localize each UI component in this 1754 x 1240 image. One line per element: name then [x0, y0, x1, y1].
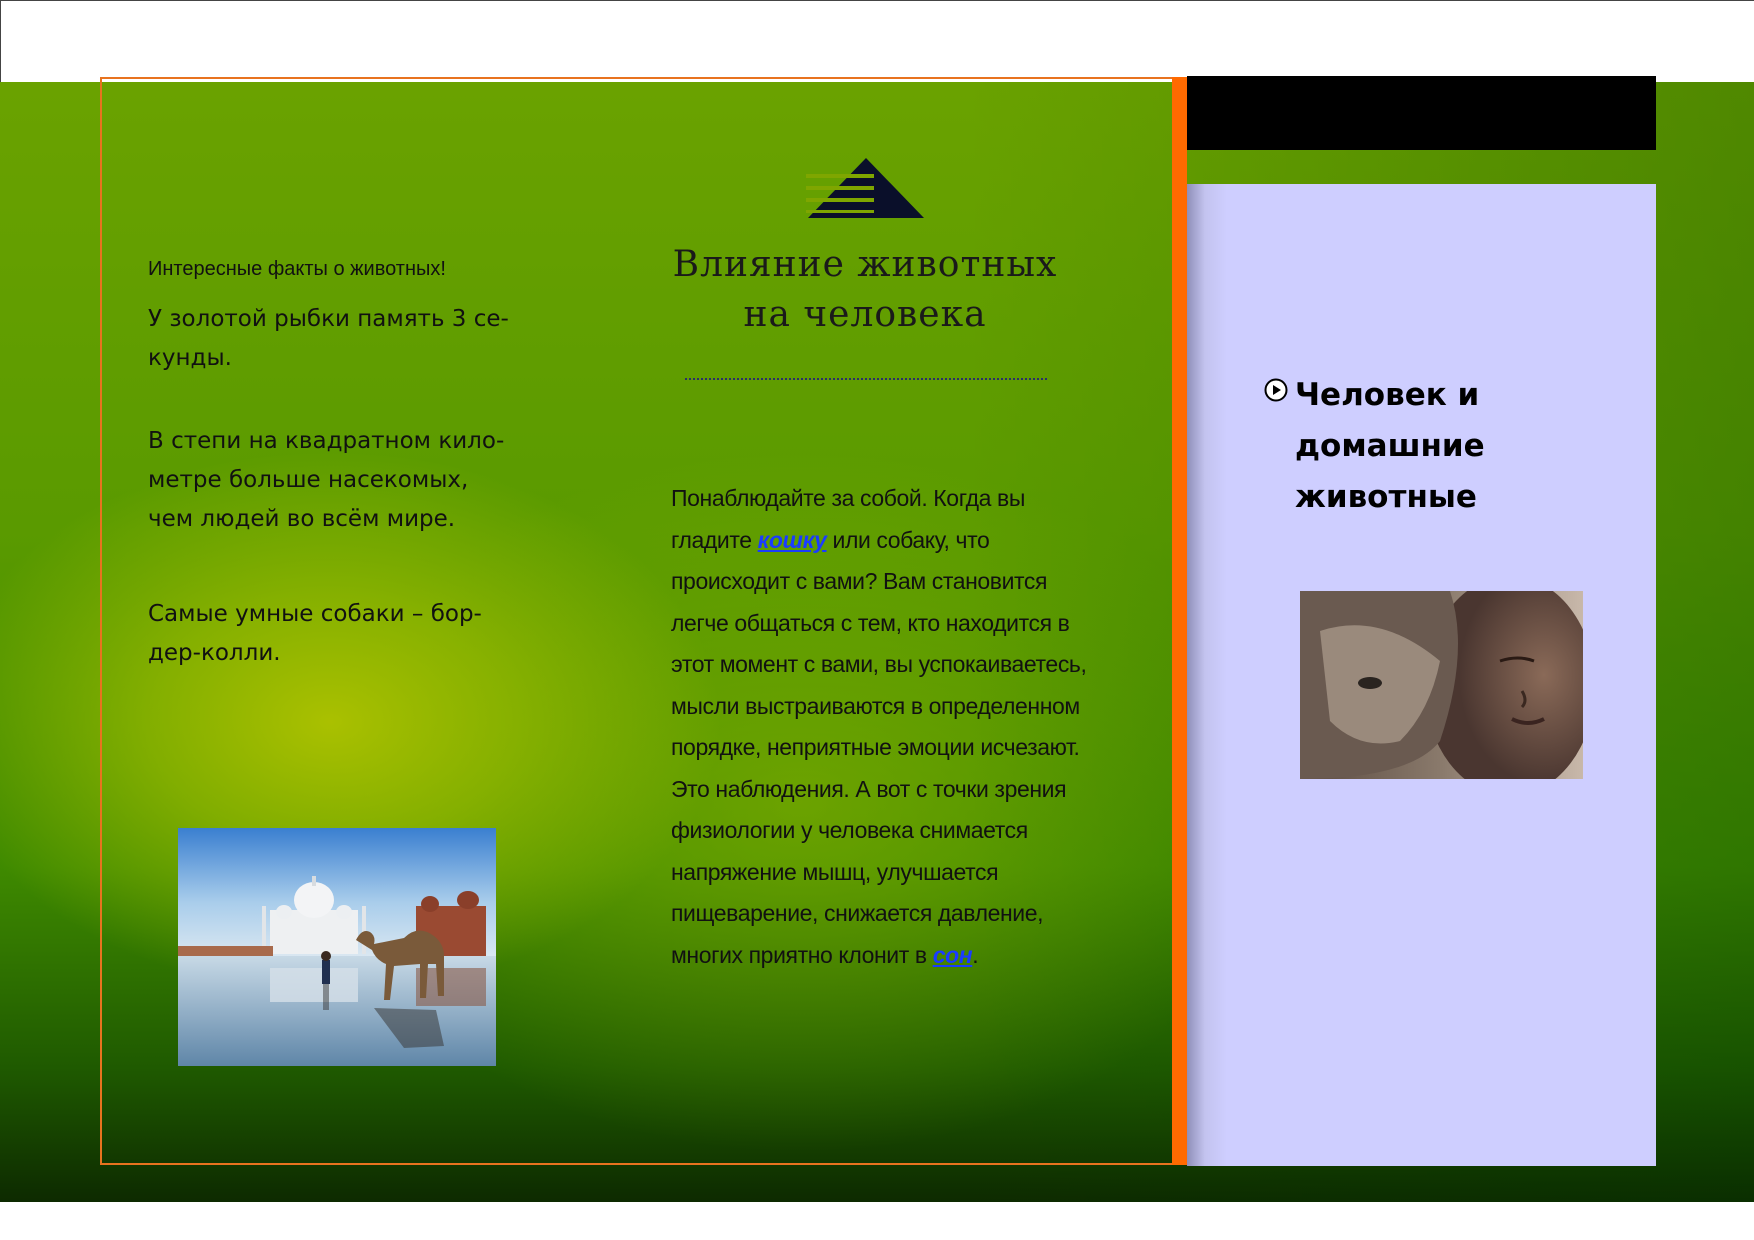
fact-line: В степи на квадратном кило-	[148, 428, 505, 454]
body-part: .	[972, 941, 979, 968]
section-heading: Человек и домашние животные	[1295, 370, 1555, 523]
link-cat[interactable]: кошку	[758, 527, 827, 553]
title-line: Влияние животных	[672, 244, 1058, 285]
play-circle-icon	[1264, 378, 1288, 402]
child-and-cat-photo	[1300, 591, 1583, 779]
facts-title: Интересные факты о животных!	[148, 258, 446, 280]
fact-line: кунды.	[148, 345, 232, 371]
body-part: или собаку, что происходит с вами? Вам с…	[671, 526, 1087, 968]
heading-line: домашние	[1295, 428, 1485, 464]
fact-border-collie: Самые умные собаки – бор- дер-колли.	[148, 595, 548, 673]
dotted-divider	[685, 378, 1047, 380]
fact-line: Самые умные собаки – бор-	[148, 601, 482, 627]
heading-line: животные	[1295, 479, 1477, 515]
taj-mahal-camel-photo	[178, 828, 496, 1066]
bottom-margin	[0, 1202, 1754, 1240]
fact-goldfish: У золотой рыбки память 3 се- кунды.	[148, 300, 548, 378]
fact-line: метре больше насекомых,	[148, 467, 469, 493]
fact-line: У золотой рыбки память 3 се-	[148, 306, 509, 332]
title-line: на человека	[743, 294, 987, 335]
brochure-title: Влияние животных на человека	[665, 240, 1065, 340]
fact-line: дер-колли.	[148, 640, 281, 666]
heading-line: Человек и	[1295, 377, 1480, 413]
link-sleep[interactable]: сон	[933, 942, 973, 968]
fact-line: чем людей во всём мире.	[148, 506, 456, 532]
pyramid-logo-icon	[806, 156, 926, 218]
fact-steppe: В степи на квадратном кило- метре больше…	[148, 422, 548, 539]
black-header-bar	[1187, 76, 1656, 150]
body-text: Понаблюдайте за собой. Когда вы гладите …	[671, 478, 1096, 976]
orange-divider	[1172, 77, 1187, 1165]
